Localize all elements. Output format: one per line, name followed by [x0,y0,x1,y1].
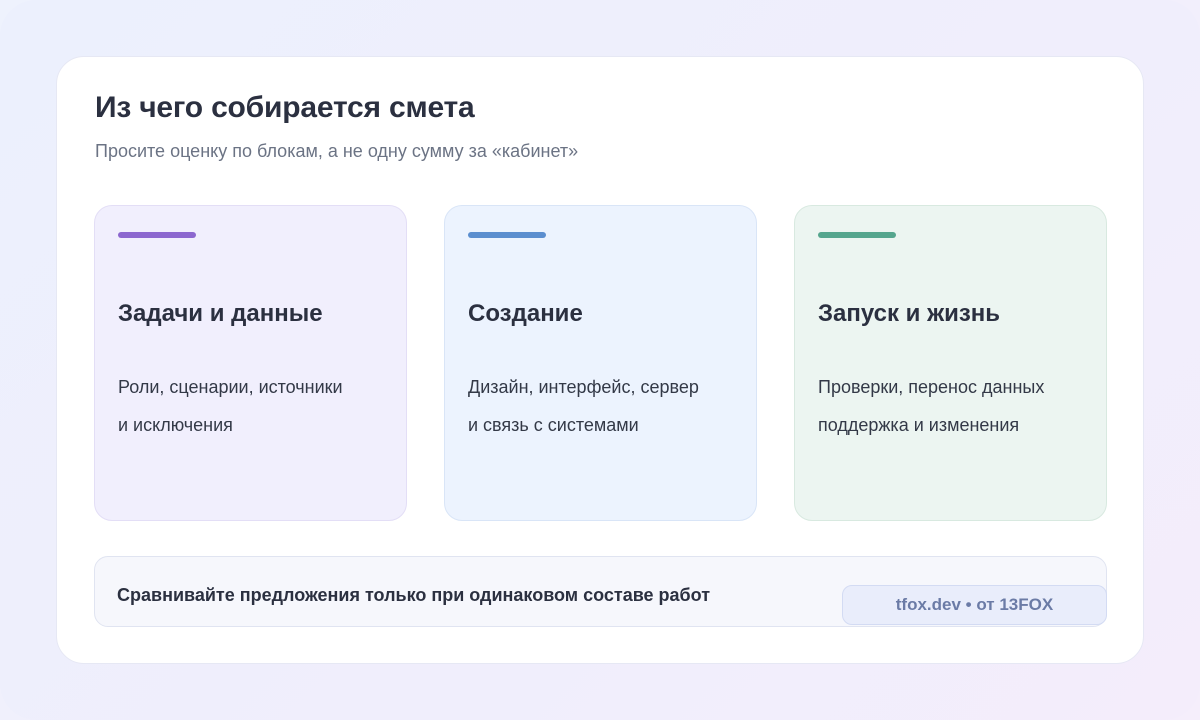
page-subtitle: Просите оценку по блокам, а не одну сумм… [95,141,579,161]
page-title: Из чего собирается смета [95,91,475,124]
card-accent-bar [118,232,196,238]
card-launch-and-life: Запуск и жизнь Проверки, перенос данных … [794,205,1107,521]
card-title: Задачи и данные [118,300,323,327]
card-description: Дизайн, интерфейс, сервер и связь с сист… [468,368,699,444]
card-title: Запуск и жизнь [818,300,1001,327]
card-description-line: и исключения [118,415,233,435]
card-title: Создание [468,300,583,327]
card-tasks-and-data: Задачи и данные Роли, сценарии, источник… [94,205,407,521]
card-description: Роли, сценарии, источники и исключения [118,368,343,444]
card-description-line: Роли, сценарии, источники [118,377,343,397]
background-frame: Из чего собирается смета Просите оценку … [0,0,1200,720]
card-description-line: Дизайн, интерфейс, сервер [468,377,699,397]
card-creation: Создание Дизайн, интерфейс, сервер и свя… [444,205,757,521]
content-panel: Из чего собирается смета Просите оценку … [56,56,1144,664]
comparison-note: Сравнивайте предложения только при одина… [117,585,711,605]
card-description-line: Проверки, перенос данных [818,377,1045,397]
comparison-note-box: Сравнивайте предложения только при одина… [94,556,1107,627]
card-description-line: поддержка и изменения [818,415,1020,435]
card-accent-bar [468,232,546,238]
card-description-line: и связь с системами [468,415,639,435]
brand-tag[interactable]: tfox.dev • от 13FOX [842,585,1107,625]
card-accent-bar [818,232,896,238]
card-description: Проверки, перенос данных поддержка и изм… [818,368,1044,444]
